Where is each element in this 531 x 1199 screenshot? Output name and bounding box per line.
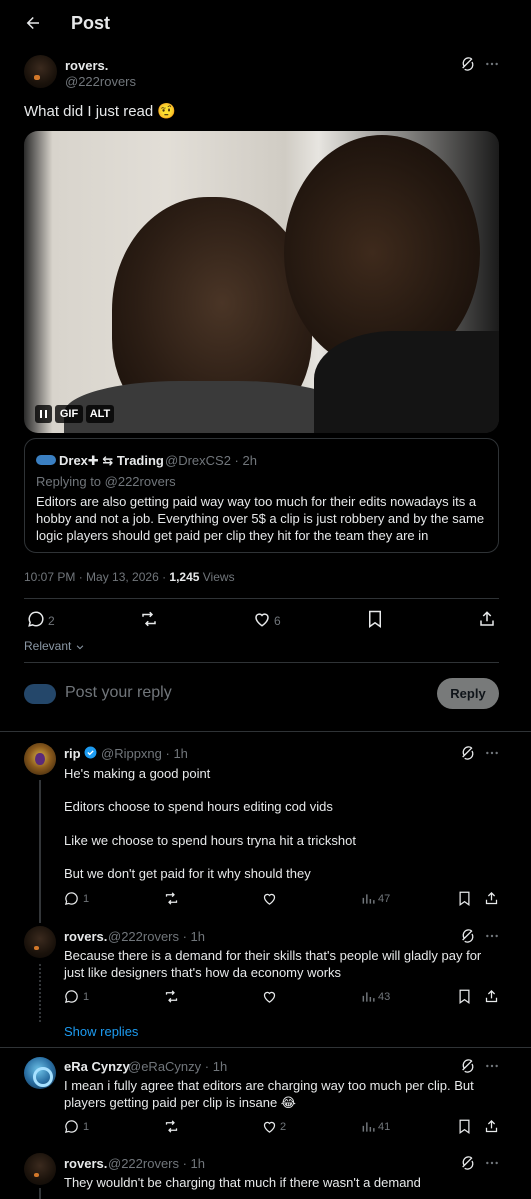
reply-count: 1 bbox=[83, 991, 90, 1003]
views-icon[interactable] bbox=[361, 990, 375, 1004]
reply-icon[interactable] bbox=[64, 1119, 79, 1134]
divider bbox=[24, 598, 499, 599]
post-meta: 10:07 PM · May 13, 2026 · 1,245 Views bbox=[24, 570, 235, 584]
bookmark-icon[interactable] bbox=[367, 610, 383, 628]
more-icon[interactable] bbox=[484, 1058, 500, 1074]
grok-icon[interactable] bbox=[460, 56, 476, 72]
share-icon[interactable] bbox=[484, 1119, 499, 1134]
reply-count: 1 bbox=[83, 1121, 90, 1133]
views-icon[interactable] bbox=[361, 1120, 375, 1134]
author-handle[interactable]: @222rovers · 1h bbox=[108, 1156, 205, 1171]
reply-icon[interactable] bbox=[64, 891, 79, 906]
grok-icon[interactable] bbox=[460, 745, 476, 761]
reply-count: 1 bbox=[83, 893, 90, 905]
share-icon[interactable] bbox=[478, 610, 496, 628]
divider bbox=[24, 662, 499, 663]
grok-icon[interactable] bbox=[460, 928, 476, 944]
avatar[interactable] bbox=[24, 55, 57, 88]
like-icon[interactable] bbox=[262, 989, 277, 1004]
avatar[interactable] bbox=[24, 1057, 56, 1089]
thread-line bbox=[39, 780, 41, 923]
bookmark-icon[interactable] bbox=[458, 891, 471, 906]
chevron-down-icon bbox=[75, 642, 85, 652]
views-count: 1,245 bbox=[169, 570, 200, 584]
more-icon[interactable] bbox=[484, 745, 500, 761]
quote-handle: @DrexCS2 · 2h bbox=[165, 453, 257, 468]
author-handle[interactable]: @Rippxng · 1h bbox=[101, 746, 188, 761]
reply-count: 2 bbox=[48, 614, 55, 628]
divider bbox=[0, 731, 531, 732]
author-name[interactable]: rip bbox=[64, 746, 81, 761]
bookmark-icon[interactable] bbox=[458, 1119, 471, 1134]
repost-icon[interactable] bbox=[163, 989, 180, 1004]
like-icon[interactable] bbox=[262, 1119, 277, 1134]
gif-badge: GIF bbox=[55, 405, 83, 423]
composer-avatar bbox=[24, 684, 56, 704]
share-icon[interactable] bbox=[484, 989, 499, 1004]
reply-text: Because there is a demand for their skil… bbox=[64, 948, 482, 980]
reply-icon[interactable] bbox=[64, 989, 79, 1004]
sort-label: Relevant bbox=[24, 639, 72, 653]
reply-input[interactable]: Post your reply bbox=[65, 684, 172, 702]
author-name[interactable]: rovers. bbox=[64, 1156, 107, 1171]
post-time: 10:07 PM · May 13, 2026 · bbox=[24, 570, 170, 584]
views-count: 43 bbox=[378, 991, 391, 1003]
views-count: 47 bbox=[378, 893, 391, 905]
grok-icon[interactable] bbox=[460, 1155, 476, 1171]
divider bbox=[0, 1047, 531, 1048]
author-handle[interactable]: @222rovers · 1h bbox=[108, 929, 205, 944]
views-count: 41 bbox=[378, 1121, 391, 1133]
like-count: 2 bbox=[280, 1121, 287, 1133]
post-text: What did I just read 🤨 bbox=[24, 103, 177, 120]
repost-icon[interactable] bbox=[163, 891, 180, 906]
quote-text: Editors are also getting paid way way to… bbox=[36, 494, 485, 543]
bookmark-icon[interactable] bbox=[458, 989, 471, 1004]
like-icon[interactable] bbox=[253, 610, 271, 628]
more-icon[interactable] bbox=[484, 56, 500, 72]
back-arrow-icon[interactable] bbox=[24, 14, 42, 32]
author-handle[interactable]: @eRaCynzy · 1h bbox=[128, 1059, 227, 1074]
reply-text-line: Editors choose to spend hours editing co… bbox=[64, 799, 333, 814]
more-icon[interactable] bbox=[484, 1155, 500, 1171]
quote-author-name: Drex✚ ⇆ Trading bbox=[59, 453, 164, 468]
share-icon[interactable] bbox=[484, 891, 499, 906]
reply-button[interactable]: Reply bbox=[437, 678, 499, 709]
author-name[interactable]: rovers. bbox=[65, 58, 108, 73]
gif-subject-right-shirt bbox=[314, 331, 499, 433]
reply-text-line: He's making a good point bbox=[64, 766, 211, 781]
avatar[interactable] bbox=[24, 743, 56, 775]
repost-icon[interactable] bbox=[139, 610, 159, 628]
thread-line bbox=[39, 964, 41, 1022]
reply-text: I mean i fully agree that editors are ch… bbox=[64, 1078, 474, 1110]
verified-icon bbox=[84, 746, 97, 759]
sort-dropdown[interactable]: Relevant bbox=[24, 639, 85, 653]
quote-replying-to: Replying to @222rovers bbox=[36, 474, 176, 489]
views-label: Views bbox=[199, 570, 235, 584]
reply-text: They wouldn't be charging that much if t… bbox=[64, 1175, 421, 1190]
reply-text-line: But we don't get paid for it why should … bbox=[64, 866, 311, 881]
show-replies-link[interactable]: Show replies bbox=[64, 1024, 138, 1039]
author-handle[interactable]: @222rovers bbox=[65, 74, 136, 89]
avatar[interactable] bbox=[24, 926, 56, 958]
more-icon[interactable] bbox=[484, 928, 500, 944]
like-count: 6 bbox=[274, 614, 281, 628]
author-name[interactable]: eRa Cynzy bbox=[64, 1059, 130, 1074]
reply-icon[interactable] bbox=[27, 610, 45, 628]
alt-badge[interactable]: ALT bbox=[86, 405, 114, 423]
reply-text-line: Like we choose to spend hours tryna hit … bbox=[64, 833, 356, 848]
views-icon[interactable] bbox=[361, 892, 375, 906]
repost-icon[interactable] bbox=[163, 1119, 180, 1134]
like-icon[interactable] bbox=[262, 891, 277, 906]
page-title: Post bbox=[71, 13, 111, 33]
grok-icon[interactable] bbox=[460, 1058, 476, 1074]
quote-avatar bbox=[36, 455, 56, 465]
post-gif[interactable]: GIF ALT bbox=[24, 131, 499, 433]
author-name[interactable]: rovers. bbox=[64, 929, 107, 944]
avatar[interactable] bbox=[24, 1153, 56, 1185]
quoted-post[interactable]: Drex✚ ⇆ Trading @DrexCS2 · 2h Replying t… bbox=[24, 438, 499, 553]
thread-line bbox=[39, 1188, 41, 1199]
pause-icon[interactable] bbox=[35, 405, 52, 423]
